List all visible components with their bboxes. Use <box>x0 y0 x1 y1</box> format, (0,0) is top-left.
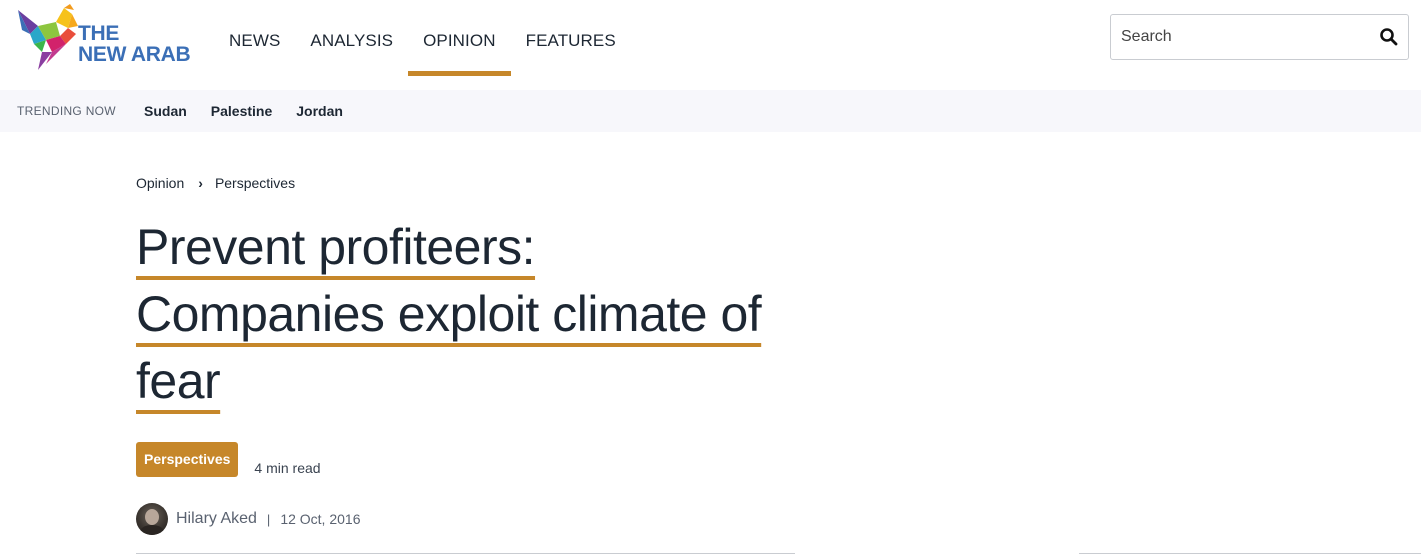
site-header: THE NEW ARAB NEWS ANALYSIS OPINION FEATU… <box>0 0 1421 90</box>
article-title: Prevent profiteers: Companies exploit cl… <box>136 214 796 415</box>
publish-date: 12 Oct, 2016 <box>280 511 361 527</box>
trending-links: Sudan Palestine Jordan <box>144 90 367 132</box>
search-input[interactable] <box>1111 15 1361 59</box>
search-box <box>1110 14 1409 60</box>
breadcrumb: Opinion › Perspectives <box>136 175 295 191</box>
site-logo[interactable]: THE NEW ARAB <box>16 4 191 74</box>
byline-separator: | <box>266 511 271 527</box>
logo-wordmark: THE NEW ARAB <box>78 22 191 66</box>
category-tag[interactable]: Perspectives <box>136 442 239 477</box>
nav-item-news[interactable]: NEWS <box>214 0 295 76</box>
article-meta: Perspectives 4 min read <box>136 442 321 477</box>
divider <box>136 553 795 554</box>
trending-link-palestine[interactable]: Palestine <box>211 90 272 132</box>
trending-link-sudan[interactable]: Sudan <box>144 90 187 132</box>
trending-label: TRENDING NOW <box>17 104 116 118</box>
breadcrumb-perspectives[interactable]: Perspectives <box>215 175 295 191</box>
trending-link-jordan[interactable]: Jordan <box>296 90 343 132</box>
title-line-1: Prevent profiteers: <box>136 219 536 275</box>
breadcrumb-opinion[interactable]: Opinion <box>136 175 184 191</box>
byline: Hilary Aked | 12 Oct, 2016 <box>136 503 360 535</box>
logo-line-2: NEW ARAB <box>78 43 191 66</box>
nav-item-analysis[interactable]: ANALYSIS <box>295 0 408 76</box>
bird-logo-icon <box>18 4 78 70</box>
title-line-3: fear <box>136 353 221 409</box>
nav-item-opinion[interactable]: OPINION <box>408 0 511 76</box>
author-name[interactable]: Hilary Aked <box>176 510 257 528</box>
author-avatar[interactable] <box>136 503 168 535</box>
logo-line-1: THE <box>78 22 120 45</box>
read-time: 4 min read <box>254 459 321 476</box>
trending-bar: TRENDING NOW Sudan Palestine Jordan <box>0 90 1421 132</box>
title-line-2: Companies exploit climate of <box>136 286 762 342</box>
nav-item-features[interactable]: FEATURES <box>511 0 631 76</box>
divider <box>1079 553 1421 554</box>
chevron-right-icon: › <box>198 175 203 191</box>
main-nav: NEWS ANALYSIS OPINION FEATURES <box>214 0 631 76</box>
search-icon[interactable] <box>1378 26 1400 48</box>
